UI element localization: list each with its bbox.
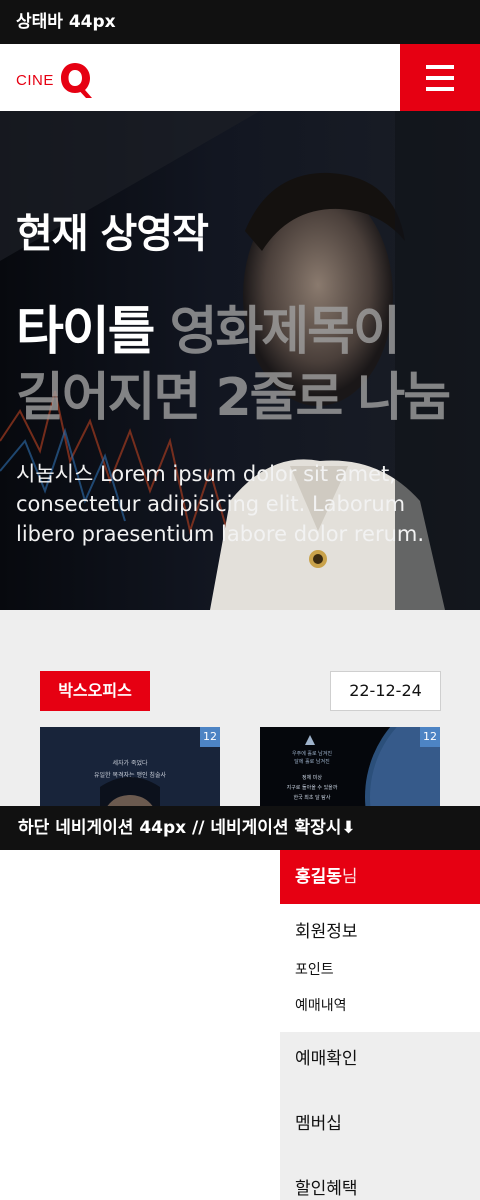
drawer-menu-section: 예매확인 멤버십 할인혜택: [280, 1032, 480, 1200]
drawer-member-section: 회원정보 포인트 예매내역: [280, 904, 480, 1032]
title-line2: 길어지면 2줄로 나눔: [16, 368, 451, 428]
poster-art: 세자가 죽었다 유일한 목격자는 맹인 침술사: [40, 727, 220, 806]
title-rest-line1: 영화제목이: [153, 302, 401, 362]
drawer-item-booking-check[interactable]: 예매확인: [295, 1044, 358, 1069]
poster-2-line-3: 정체 미상: [302, 774, 322, 781]
drawer-user-greeting[interactable]: 홍길동님: [280, 850, 480, 904]
menu-button[interactable]: [400, 44, 480, 111]
bottom-navigation[interactable]: 하단 네비게이션 44px // 네비게이션 확장시⬇: [0, 806, 480, 850]
poster-2-line-4: 지구로 돌아올 수 있을까: [287, 784, 338, 791]
poster-art: 우주에 홀로 남겨진 달에 홀로 남겨진 정체 미상 지구로 돌아올 수 있을까…: [260, 727, 440, 806]
poster-2-line-1: 우주에 홀로 남겨진: [292, 750, 332, 757]
drawer-item-membership[interactable]: 멤버십: [295, 1109, 342, 1134]
nav-drawer: 홍길동님 회원정보 포인트 예매내역 예매확인 멤버십 할인혜택: [280, 850, 480, 1200]
logo-text: CINE: [16, 71, 54, 89]
boxoffice-badge[interactable]: 박스오피스: [40, 671, 150, 711]
drawer-subitem-history[interactable]: 예매내역: [295, 995, 347, 1015]
status-bar: 상태바 44px: [0, 0, 480, 44]
age-rating-badge: 12: [200, 727, 220, 747]
movie-poster[interactable]: 세자가 죽었다 유일한 목격자는 맹인 침술사 12: [40, 727, 220, 806]
boxoffice-date[interactable]: 22-12-24: [330, 671, 441, 711]
poster-1-line-1: 세자가 죽었다: [112, 759, 148, 767]
site-header: CINE: [0, 44, 480, 111]
poster-2-line-2: 달에 홀로 남겨진: [294, 758, 330, 765]
hero-banner[interactable]: 현재 상영작 타이틀 영화제목이 길어지면 2줄로 나눔 시놉시스 Lorem …: [0, 111, 480, 610]
movie-poster[interactable]: 우주에 홀로 남겨진 달에 홀로 남겨진 정체 미상 지구로 돌아올 수 있을까…: [260, 727, 440, 806]
drawer-item-member-info[interactable]: 회원정보: [295, 917, 358, 942]
poster-2-line-5: 한국 최초 달 탐사: [294, 794, 331, 801]
logo-q-mark: [60, 63, 92, 98]
hamburger-icon-bar: [426, 86, 454, 91]
cineq-logo[interactable]: CINE: [16, 60, 94, 100]
age-rating-badge: 12: [420, 727, 440, 747]
title-lead: 타이틀: [16, 302, 156, 362]
user-suffix: 님: [341, 867, 358, 887]
hamburger-icon-bar: [426, 64, 454, 69]
hero-synopsis: 시놉시스 Lorem ipsum dolor sit amet, consect…: [16, 462, 425, 546]
hamburger-icon-bar: [426, 75, 454, 80]
drawer-item-discounts[interactable]: 할인혜택: [295, 1174, 358, 1199]
hero-heading: 현재 상영작: [16, 211, 209, 257]
boxoffice-section: 박스오피스 22-12-24 세자가 죽었다 유일한 목격자는 맹인 침술사 1…: [0, 610, 480, 806]
drawer-subitem-points[interactable]: 포인트: [295, 959, 334, 979]
user-name: 홍길동: [295, 867, 342, 887]
hero-movie-title: 타이틀 영화제목이 길어지면 2줄로 나눔: [16, 299, 480, 431]
